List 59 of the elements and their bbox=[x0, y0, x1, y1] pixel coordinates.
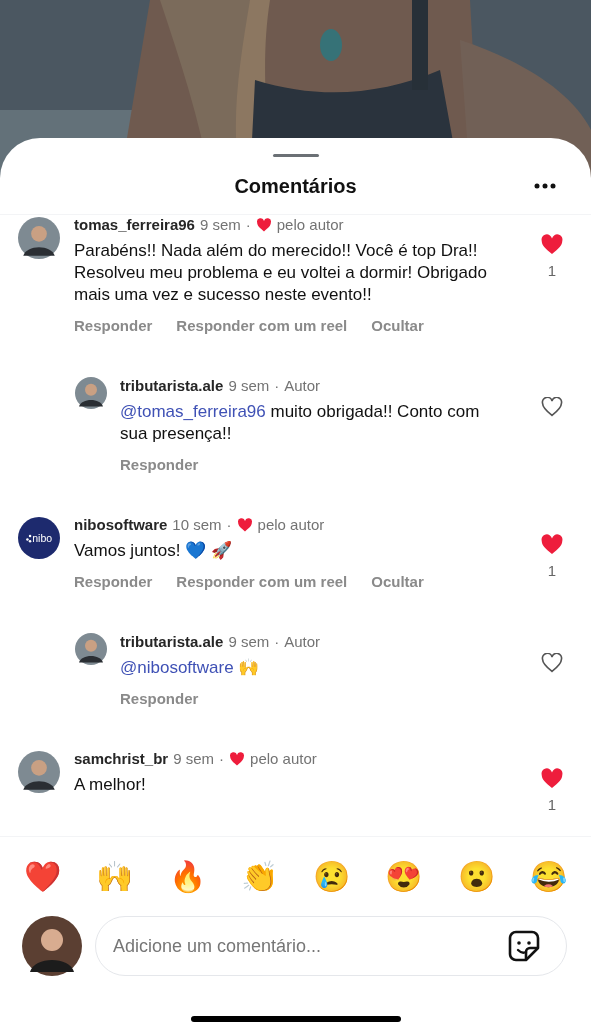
comment-text: @nibosoftware 🙌 bbox=[120, 657, 261, 679]
liked-by-author-label: pelo autor bbox=[276, 215, 344, 235]
sheet-title: Comentários bbox=[234, 173, 357, 199]
username[interactable]: tributarista.ale bbox=[120, 376, 224, 396]
reply-link[interactable]: Responder bbox=[74, 572, 153, 592]
mention-link[interactable]: @tomas_ferreira96 bbox=[120, 402, 266, 421]
timestamp: 9 sem bbox=[173, 749, 215, 769]
user-avatar[interactable] bbox=[18, 751, 60, 793]
username[interactable]: nibosoftware bbox=[74, 515, 168, 535]
reply-link[interactable]: Responder bbox=[120, 689, 199, 709]
author-label: Autor bbox=[284, 376, 321, 396]
timestamp: 9 sem bbox=[199, 215, 241, 235]
reply-link[interactable]: Responder bbox=[74, 316, 153, 336]
comment-text: A melhor! bbox=[74, 774, 147, 796]
emoji-reaction[interactable]: 😍 bbox=[385, 858, 423, 895]
separator-dot: · bbox=[274, 632, 280, 652]
like-icon[interactable] bbox=[541, 653, 563, 673]
reply-link[interactable]: Responder bbox=[120, 455, 199, 475]
sticker-icon[interactable] bbox=[508, 930, 540, 962]
like-count: 1 bbox=[547, 561, 557, 580]
liked-by-author-label: pelo autor bbox=[250, 749, 317, 769]
comment-field[interactable]: Adicione um comentário... bbox=[113, 932, 508, 960]
reply-link[interactable]: Responder com um reel bbox=[176, 316, 348, 336]
drag-handle[interactable] bbox=[272, 154, 319, 157]
like-count: 1 bbox=[547, 261, 557, 280]
author-label: Autor bbox=[284, 632, 321, 652]
separator-dot: · bbox=[226, 515, 232, 535]
separator-dot: · bbox=[274, 376, 280, 396]
emoji-reaction[interactable]: ❤ bbox=[24, 858, 61, 895]
more-options-icon[interactable] bbox=[534, 183, 556, 189]
comment-text: Vamos juntos! 💙 🚀 bbox=[74, 540, 233, 562]
comment-text: @tomas_ferreira96 muito obrigada!! Conto com sua presença!! bbox=[120, 401, 481, 445]
reply-link[interactable]: Responder com um reel bbox=[176, 572, 348, 592]
username[interactable]: tomas_ferreira96 bbox=[74, 215, 195, 235]
timestamp: 9 sem bbox=[228, 632, 270, 652]
emoji-reaction[interactable]: 😢 bbox=[313, 858, 351, 895]
username[interactable]: tributarista.ale bbox=[120, 632, 224, 652]
like-icon[interactable] bbox=[540, 768, 564, 790]
emoji-reaction[interactable]: 😂 bbox=[529, 858, 567, 895]
reply-link[interactable]: Ocultar bbox=[371, 316, 424, 336]
timestamp: 9 sem bbox=[228, 376, 270, 396]
reply-link[interactable]: Ocultar bbox=[371, 572, 424, 592]
brand-avatar[interactable]: nibo bbox=[18, 517, 60, 559]
user-avatar bbox=[22, 916, 82, 976]
separator-dot: · bbox=[219, 749, 225, 769]
user-avatar[interactable] bbox=[75, 633, 107, 665]
separator-dot: · bbox=[245, 215, 251, 235]
username[interactable]: samchrist_br bbox=[74, 749, 169, 769]
like-count: 1 bbox=[547, 795, 557, 814]
user-avatar[interactable] bbox=[18, 217, 60, 259]
emoji-reaction[interactable]: 🔥 bbox=[168, 858, 206, 895]
like-icon[interactable] bbox=[540, 534, 564, 556]
comment-text: Parabéns!! Nada além do merecido!! Você é top Dra!! Resolveu meu problema e eu voltei a dormir! Obrigado mais uma vez e sucesso neste evento!! bbox=[74, 240, 488, 306]
like-icon[interactable] bbox=[541, 397, 563, 417]
liked-by-author-label: pelo autor bbox=[257, 515, 325, 535]
timestamp: 10 sem bbox=[172, 515, 222, 535]
mention-link[interactable]: @nibosoftware bbox=[120, 658, 234, 677]
like-icon[interactable] bbox=[540, 234, 564, 256]
user-avatar[interactable] bbox=[75, 377, 107, 409]
